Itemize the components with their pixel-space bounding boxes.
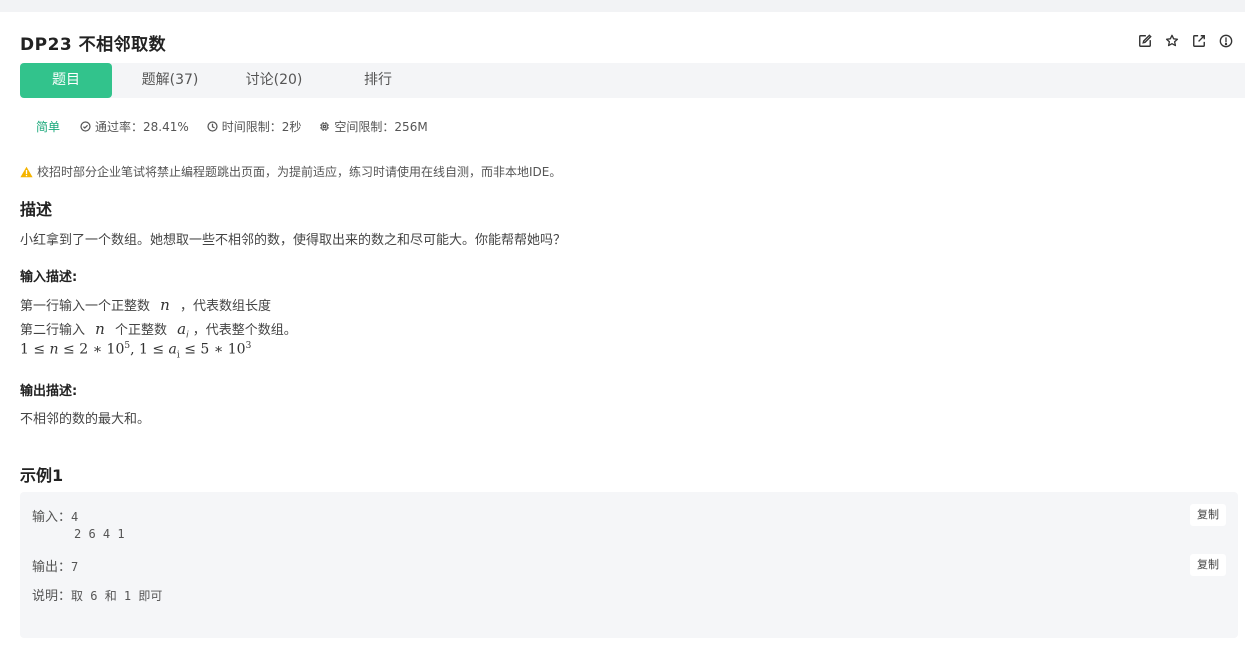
example-heading: 示例1 — [20, 466, 64, 485]
tab-discussion[interactable]: 讨论(20) — [234, 63, 314, 98]
page-title: DP23 不相邻取数 — [20, 35, 167, 55]
copy-input-button[interactable]: 复制 — [1190, 504, 1226, 526]
warning-icon — [20, 166, 33, 177]
cpu-icon — [320, 122, 330, 131]
example-input: 输入：4 — [32, 510, 79, 525]
tab-bar: 题目 题解(37) 讨论(20) 排行 — [20, 63, 1245, 98]
example-input-line2: 2 6 4 1 — [74, 527, 125, 541]
example-output: 输出：7 — [32, 560, 79, 575]
difficulty-badge: 简单 — [36, 120, 61, 134]
toolbar-icons — [1138, 34, 1233, 48]
external-link-icon[interactable] — [1192, 34, 1206, 48]
input-constraint: 1 ≤ n ≤ 2 ∗ 105, 1 ≤ ai ≤ 5 ∗ 103 — [20, 341, 252, 361]
description-text: 小红拿到了一个数组。她想取一些不相邻的数，使得取出来的数之和尽可能大。你能帮帮她… — [20, 233, 567, 248]
problem-card: DP23 不相邻取数 题目 题解(37) 讨论(20) 排行 简单 通过率：28… — [0, 12, 1245, 650]
input-desc-line2: 第二行输入 n 个正整数 ai ，代表整个数组。 — [20, 320, 297, 341]
clock-icon — [207, 121, 218, 132]
problem-meta: 简单 通过率：28.41% 时间限制：2秒 空间限制：256M — [36, 118, 446, 135]
info-icon[interactable] — [1219, 34, 1233, 48]
input-desc-heading: 输入描述: — [20, 270, 78, 285]
check-circle-icon — [80, 121, 91, 132]
tab-solutions[interactable]: 题解(37) — [130, 63, 210, 98]
input-desc-line1: 第一行输入一个正整数 n ，代表数组长度 — [20, 296, 271, 314]
space-limit: 空间限制：256M — [334, 120, 428, 134]
example-box: 输入：4 2 6 4 1 复制 输出：7 复制 说明：取 6 和 1 即可 — [20, 492, 1238, 638]
pass-rate: 通过率：28.41% — [95, 120, 189, 134]
star-icon[interactable] — [1165, 34, 1179, 48]
warning-text: 校招时部分企业笔试将禁止编程题跳出页面，为提前适应，练习时请使用在线自测，而非本… — [37, 165, 562, 179]
warning-notice: 校招时部分企业笔试将禁止编程题跳出页面，为提前适应，练习时请使用在线自测，而非本… — [20, 163, 561, 180]
edit-icon[interactable] — [1138, 34, 1152, 48]
output-desc-text: 不相邻的数的最大和。 — [20, 412, 151, 427]
time-limit: 时间限制：2秒 — [221, 120, 302, 134]
tab-ranking[interactable]: 排行 — [338, 63, 418, 98]
copy-output-button[interactable]: 复制 — [1190, 554, 1226, 576]
example-explanation: 说明：取 6 和 1 即可 — [32, 589, 163, 604]
output-desc-heading: 输出描述: — [20, 384, 78, 399]
tab-problem[interactable]: 题目 — [20, 63, 112, 98]
description-heading: 描述 — [20, 200, 53, 219]
